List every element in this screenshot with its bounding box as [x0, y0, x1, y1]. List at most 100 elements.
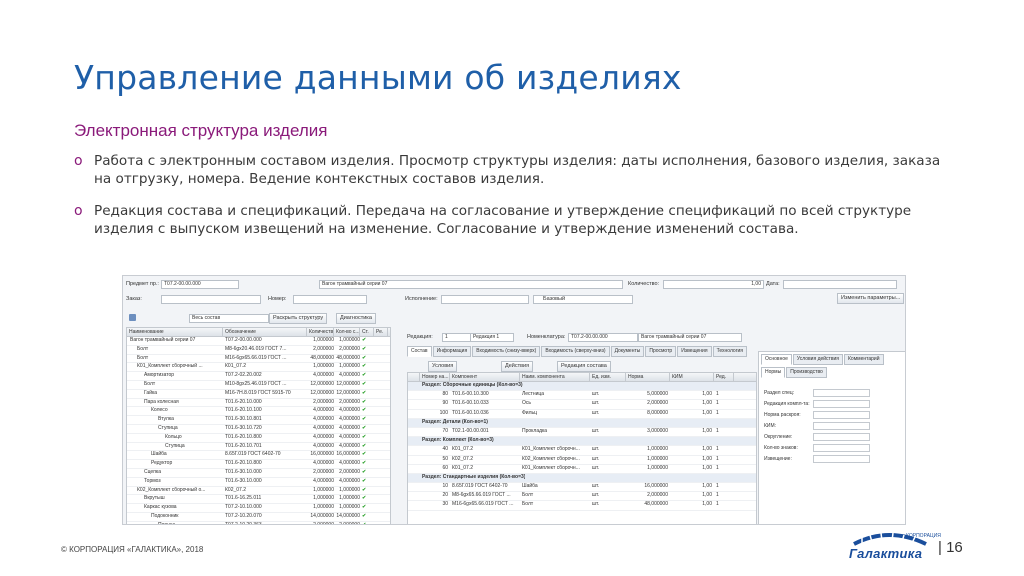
tree-row[interactable]: Редуктор Т01.6-20.10.800 4,000000 4,000000 ✔ — [127, 460, 390, 469]
order-field[interactable] — [161, 295, 261, 304]
tree-row-qty: 4,000000 — [313, 372, 334, 379]
status-check-icon: ✔ — [362, 521, 367, 525]
tree-row[interactable]: Болт М8-6gx20.46.019 ГОСТ 7... 2,000000 2,0… — [127, 346, 390, 355]
props-field-input[interactable] — [813, 433, 870, 441]
number-field[interactable] — [293, 295, 367, 304]
revision-field[interactable]: 1 — [442, 333, 471, 342]
tree-row[interactable]: Втулка Т01.6-30.10.801 4,000000 4,000000 ✔ — [127, 416, 390, 425]
spec-row[interactable]: 60 К01_07.2 К01_Комплект сборочн... шт. 1,00… — [408, 465, 756, 474]
tree-row[interactable]: К02_Комплект сборочный о... К02_07.2 1,000… — [127, 487, 390, 496]
scope-select[interactable]: Весь состав — [189, 314, 269, 323]
tree-row[interactable]: Сцепка Т01.6-30.10.000 2,000000 2,000000 ✔ — [127, 469, 390, 478]
change-params-button[interactable]: Изменить параметры... — [837, 293, 905, 304]
props-field-input[interactable] — [813, 422, 870, 430]
spec-row[interactable]: 10 8.65Г.019 ГОСТ 6402-70 Шайба шт. 16,00000… — [408, 483, 756, 493]
tree-row[interactable]: Подоконник Т07.2-10.20.070 14,000000 14,000… — [127, 513, 390, 522]
spec-tab[interactable]: Документы — [610, 346, 645, 357]
spec-cell-norm: 3,000000 — [647, 427, 668, 434]
spec-row[interactable]: 50 К02_07.2 К02_Комплект сборочн... шт. 1,00… — [408, 456, 756, 465]
diagnostics-button[interactable]: Диагностика — [336, 313, 376, 324]
spec-tab[interactable]: Входимость (снизу-вверх) — [472, 346, 541, 357]
tree-row[interactable]: Болт М16-6gx65.66.019 ГОСТ ... 48,000000 48… — [127, 355, 390, 364]
props-tab[interactable]: Основное — [761, 354, 792, 365]
spec-row[interactable]: 100 Т01.6-00.10.036 Фильц шт. 8,000000 1,00 1 — [408, 410, 756, 419]
tree-row[interactable]: Амортизатор Т07.2-02.20.002 4,000000 4,0000… — [127, 372, 390, 381]
props-field-input[interactable] — [813, 455, 870, 463]
tree-row[interactable]: Болт М10-8gx25.46.019 ГОСТ ... 12,000000 12… — [127, 381, 390, 390]
spec-col-header[interactable]: Ред. — [714, 373, 734, 381]
spec-col-header[interactable]: Номер на... — [420, 373, 450, 381]
tree-row[interactable]: Кольцо Т01.6-20.10.800 4,000000 4,000000 ✔ — [127, 434, 390, 443]
spec-cell-code: Т02.1-00.00.001 — [452, 427, 489, 434]
spec-tab[interactable]: Технология — [712, 346, 748, 357]
props-tab[interactable]: Условия действия — [792, 354, 844, 365]
revision-state-button[interactable]: Редакция состава — [557, 361, 611, 372]
spec-col-header[interactable]: Ед. изм. — [590, 373, 626, 381]
spec-row[interactable]: 40 К01_07.2 К01_Комплект сборочн... шт. 1,00… — [408, 446, 756, 456]
col-qty2[interactable]: Кол-во с... — [334, 328, 360, 336]
spec-tab[interactable]: Извещения — [677, 346, 712, 357]
tree-row[interactable]: К01_Комплект сборочный ... К01_07.2 1,0000… — [127, 363, 390, 373]
props-tab[interactable]: Комментарий — [844, 354, 884, 365]
tree-row[interactable]: Тормоз Т01.6-30.10.000 4,000000 4,000000 ✔ — [127, 478, 390, 487]
spec-col-header[interactable] — [408, 373, 420, 381]
spec-row[interactable]: 80 Т01.6-00.10.300 Лестница шт. 5,000000 1,00… — [408, 391, 756, 401]
tree-row[interactable]: Планка Т07.2-10.20.363 2,000000 2,000000 ✔ — [127, 521, 390, 525]
spec-tab[interactable]: Состав — [407, 346, 432, 357]
col-name[interactable]: Наименование — [127, 328, 223, 336]
tree-row[interactable]: Пара колесная Т01.6-20.10.000 2,000000 2,00… — [127, 399, 390, 408]
quantity-field[interactable]: 1,00 — [663, 280, 764, 289]
tree-row-name: Шайба — [151, 451, 167, 458]
props-subtab[interactable]: Нормы — [761, 367, 786, 378]
spec-section-row[interactable]: Раздел: Стандартные изделия (Кол-во=3) — [408, 473, 756, 484]
col-status[interactable]: Ст. — [360, 328, 374, 336]
spec-section-row[interactable]: Раздел: Комплект (Кол-во=3) — [408, 437, 756, 447]
executor-field[interactable] — [441, 295, 529, 304]
col-code[interactable]: Обозначение — [223, 328, 307, 336]
spec-tab[interactable]: Информация — [432, 346, 472, 357]
spec-cell-unit: шт. — [592, 501, 600, 508]
bullet-marker: o — [74, 203, 83, 219]
date-field[interactable] — [783, 280, 897, 289]
subject-field[interactable]: Т07.2-00.00.000 — [161, 280, 239, 289]
conditions-button[interactable]: Условия — [428, 361, 458, 372]
tree-row[interactable]: Вагон трамвайный серии 07 Т07.2-00.00.000… — [127, 337, 390, 346]
revision-name-field[interactable]: Редакция 1 — [470, 333, 514, 342]
page-number: | 16 — [938, 539, 963, 556]
tree-row[interactable]: Ступица Т01.6-30.10.720 4,000000 4,000000 ✔ — [127, 425, 390, 434]
props-field-input[interactable] — [813, 400, 870, 408]
tree-row[interactable]: Шайба 8.65Г.019 ГОСТ 6402-70 16,000000 16,0… — [127, 451, 390, 461]
tree-row-qty: 4,000000 — [313, 460, 334, 467]
spec-tab[interactable]: Входимость (сверху-вниз) — [541, 346, 610, 357]
spec-col-header[interactable]: КИМ — [670, 373, 714, 381]
spec-col-header[interactable]: Наим. компонента — [520, 373, 590, 381]
props-field-input[interactable] — [813, 411, 870, 419]
spec-row[interactable]: 30 М16-6gx65.66.019 ГОСТ ... Болт шт. 48,000… — [408, 501, 756, 511]
actions-button[interactable]: Действия — [501, 361, 534, 372]
spec-row[interactable]: 20 М8-6gx65.66.019 ГОСТ ... Болт шт. 2,00000… — [408, 492, 756, 502]
spec-row[interactable]: 70 Т02.1-00.00.001 Прокладка шт. 3,000000 1,0… — [408, 427, 756, 438]
spec-cell-norm: 1,000000 — [647, 455, 668, 462]
spec-row-indicator — [408, 391, 420, 399]
spec-col-header[interactable]: Компонент — [450, 373, 520, 381]
tree-row[interactable]: Ступица Т01.6-20.10.701 4,000000 4,000000 ✔ — [127, 443, 390, 452]
spec-row[interactable]: 90 Т01.6-00.10.033 Ось шт. 2,000000 1,00 1 — [408, 400, 756, 410]
nomenclature-name-field[interactable]: Вагон трамвайный серии 07 — [638, 333, 742, 342]
col-rev[interactable]: Ре. — [374, 328, 388, 336]
subject-name-field[interactable]: Вагон трамвайный серии 07 — [319, 280, 623, 289]
tree-row[interactable]: Колесо Т01.6-20.10.100 4,000000 4,000000 ✔ — [127, 407, 390, 417]
expand-structure-button[interactable]: Раскрыть структуру — [269, 313, 328, 324]
props-field-input[interactable] — [813, 389, 870, 397]
nomenclature-field[interactable]: Т07.2-00.00.000 — [568, 333, 638, 342]
tree-row[interactable]: Гайка М16-7Н.8.019 ГОСТ 5915-70 12,000000 1… — [127, 390, 390, 399]
props-field-input[interactable] — [813, 444, 870, 452]
spec-tab[interactable]: Просмотр — [645, 346, 677, 357]
col-qty[interactable]: Количество — [307, 328, 334, 336]
spec-col-header[interactable]: Норма — [626, 373, 670, 381]
spec-section-row[interactable]: Раздел: Сборочные единицы (Кол-во=3) — [408, 382, 756, 392]
tree-row[interactable]: Каркас кузова Т07.2-10.10.000 1,000000 1,00… — [127, 504, 390, 513]
spec-section-row[interactable]: Раздел: Детали (Кол-во=1) — [408, 418, 756, 428]
props-subtab[interactable]: Производство — [786, 367, 827, 378]
tree-icon[interactable] — [129, 314, 136, 321]
tree-row[interactable]: Вкрутыш Т01.6-16.25.011 1,000000 1,000000 ✔ — [127, 495, 390, 505]
